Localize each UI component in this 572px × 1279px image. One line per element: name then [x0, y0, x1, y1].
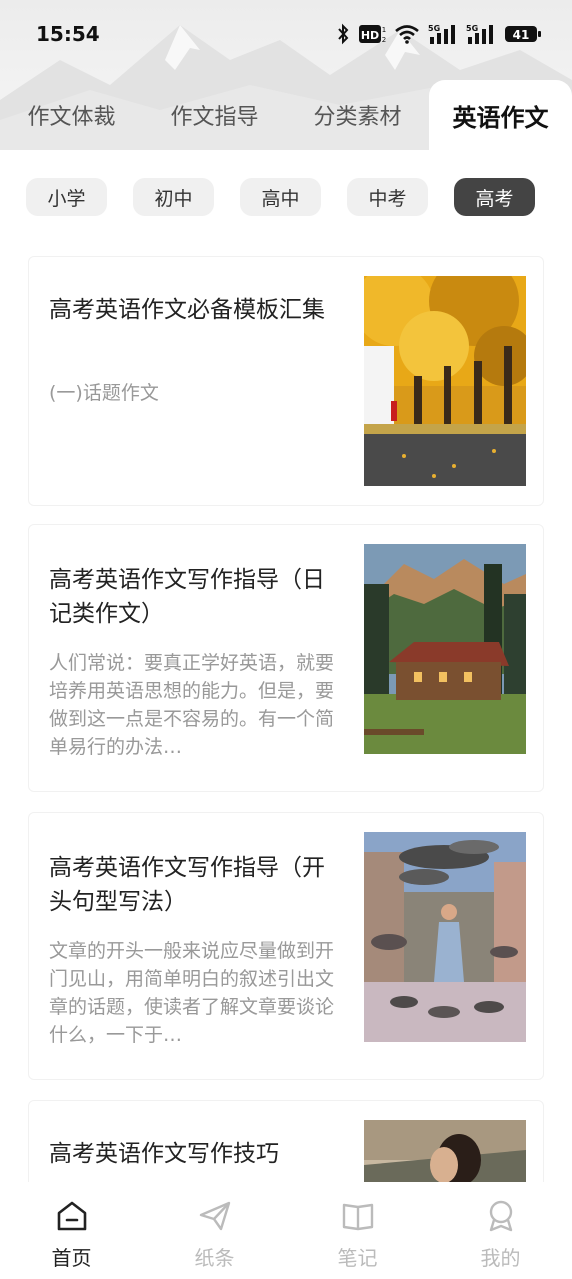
article-thumbnail — [364, 1120, 526, 1182]
article-desc: 文章的开头一般来说应尽量做到开门见山，用简单明白的叙述引出文章的话题，使读者了解… — [49, 940, 334, 1046]
article-desc: (一)话题作文 — [49, 382, 159, 404]
wifi-icon — [395, 25, 419, 44]
tab-essay-guide[interactable]: 作文指导 — [143, 80, 286, 150]
bottom-nav: 首页 纸条 笔记 我的 — [0, 1182, 572, 1279]
book-icon — [342, 1203, 373, 1231]
chip-senior-high[interactable]: 高中 — [240, 178, 321, 216]
signal-5g-icon: 5G — [428, 24, 455, 44]
chip-primary-school[interactable]: 小学 — [26, 178, 107, 216]
category-tabs: 作文体裁 作文指导 分类素材 英语作文 — [0, 80, 572, 150]
main-content: 小学 初中 高中 中考 高考 高考英语作文必备模板汇集 (一)话题作文 高考英语… — [0, 150, 572, 1182]
level-filter: 小学 初中 高中 中考 高考 — [26, 178, 535, 216]
tab-essay-genre[interactable]: 作文体裁 — [0, 80, 143, 150]
hd-icon: HD 1 2 — [359, 25, 386, 44]
svg-text:HD: HD — [361, 29, 379, 42]
article-thumbnail — [364, 544, 526, 754]
article-title: 高考英语作文写作技巧 — [49, 1141, 279, 1167]
nav-notebook[interactable]: 笔记 — [286, 1182, 429, 1279]
paper-plane-icon — [199, 1201, 230, 1231]
status-time: 15:54 — [36, 22, 100, 46]
autumn-trees-image — [364, 276, 526, 486]
nav-home[interactable]: 首页 — [0, 1182, 143, 1279]
header: 15:54 HD 1 2 5G 5G 41 作文体裁 作文指导 分类素材 英语作… — [0, 0, 572, 150]
article-title: 高考英语作文必备模板汇集 — [49, 297, 325, 323]
article-card[interactable]: 高考英语作文写作指导（开头句型写法） 文章的开头一般来说应尽量做到开门见山，用简… — [28, 812, 544, 1080]
article-card[interactable]: 高考英语作文必备模板汇集 (一)话题作文 — [28, 256, 544, 506]
nav-label: 笔记 — [337, 1246, 378, 1270]
nav-label: 纸条 — [194, 1246, 235, 1270]
article-title: 高考英语作文写作指导（日记类作文） — [49, 567, 325, 627]
article-card[interactable]: 高考英语作文写作指导（日记类作文） 人们常说：要真正学好英语，就要培养用英语思想… — [28, 524, 544, 792]
chip-junior-high[interactable]: 初中 — [133, 178, 214, 216]
woman-portrait-image — [364, 1120, 526, 1182]
tab-category-material[interactable]: 分类素材 — [286, 80, 429, 150]
tab-english-essay[interactable]: 英语作文 — [429, 80, 572, 150]
nav-label: 首页 — [51, 1246, 92, 1270]
article-desc: 人们常说：要真正学好英语，就要培养用英语思想的能力。但是，要做到这一点是不容易的… — [49, 652, 334, 758]
article-thumbnail — [364, 276, 526, 486]
nav-profile[interactable]: 我的 — [429, 1182, 572, 1279]
bluetooth-icon — [338, 23, 349, 45]
woman-pigeons-image — [364, 832, 526, 1042]
signal-5g-icon: 5G — [466, 24, 493, 44]
nav-notes-paper[interactable]: 纸条 — [143, 1182, 286, 1279]
home-icon — [57, 1201, 86, 1231]
svg-text:5G: 5G — [466, 24, 478, 33]
chip-zhongkao[interactable]: 中考 — [347, 178, 428, 216]
forest-cabin-image — [364, 544, 526, 754]
svg-text:5G: 5G — [428, 24, 440, 33]
profile-icon — [489, 1200, 512, 1232]
nav-label: 我的 — [480, 1246, 521, 1270]
svg-text:2: 2 — [382, 36, 386, 44]
battery-level: 41 — [513, 28, 530, 42]
battery-icon: 41 — [505, 26, 541, 42]
status-bar: 15:54 HD 1 2 5G 5G 41 — [0, 0, 572, 68]
svg-text:1: 1 — [382, 26, 386, 34]
article-title: 高考英语作文写作指导（开头句型写法） — [49, 855, 325, 915]
article-card[interactable]: 高考英语作文写作技巧 — [28, 1100, 544, 1182]
article-thumbnail — [364, 832, 526, 1042]
chip-gaokao[interactable]: 高考 — [454, 178, 535, 216]
status-icons: HD 1 2 5G 5G 41 — [336, 23, 542, 45]
